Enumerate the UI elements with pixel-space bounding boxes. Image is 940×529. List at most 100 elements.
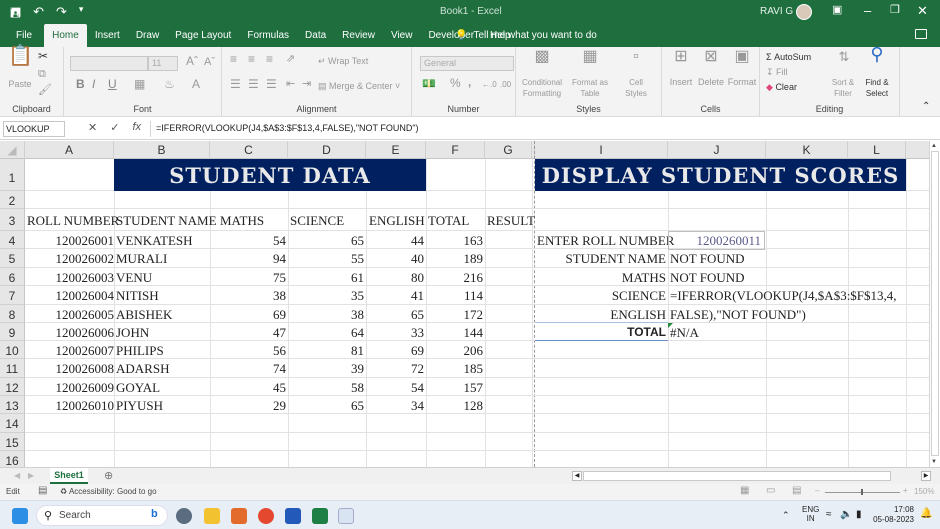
row-header[interactable]: 10 bbox=[0, 341, 25, 359]
row-header[interactable]: 12 bbox=[0, 378, 25, 396]
cell-english[interactable]: 44 bbox=[366, 233, 424, 249]
customize-quick-access-icon[interactable]: ▾ bbox=[79, 4, 84, 26]
cell-science[interactable]: 38 bbox=[288, 307, 364, 323]
zoom-level[interactable]: 150% bbox=[914, 487, 934, 496]
score-value[interactable]: FALSE),"NOT FOUND") bbox=[670, 307, 806, 323]
cell-name[interactable]: VENKATESH bbox=[116, 233, 210, 249]
cell-english[interactable]: 40 bbox=[366, 251, 424, 267]
cell-total[interactable]: 189 bbox=[426, 251, 484, 267]
row-header[interactable]: 4 bbox=[0, 231, 25, 249]
insert-cells-button[interactable]: Insert bbox=[666, 77, 696, 88]
table-header-cell[interactable]: ENGLISH bbox=[369, 213, 425, 229]
word-icon[interactable] bbox=[285, 508, 301, 524]
format-cells-button[interactable]: Format bbox=[726, 77, 758, 88]
delete-cells-button[interactable]: Delete bbox=[696, 77, 726, 88]
merge-center-button[interactable]: ▤ Merge & Center ˅ bbox=[318, 81, 412, 92]
cell-english[interactable]: 69 bbox=[366, 343, 424, 359]
restore-icon[interactable]: ❐ bbox=[890, 3, 900, 16]
sheet-tab-sheet1[interactable]: Sheet1 bbox=[50, 468, 88, 484]
display-scores-banner[interactable]: DISPLAY STUDENT SCORES bbox=[535, 159, 906, 191]
enter-icon[interactable]: ✓ bbox=[110, 121, 119, 134]
cell-name[interactable]: MURALI bbox=[116, 251, 210, 267]
cell-roll[interactable]: 120026010 bbox=[25, 398, 115, 414]
cell-roll[interactable]: 120026007 bbox=[25, 343, 115, 359]
tab-data[interactable]: Data bbox=[297, 24, 334, 47]
col-header-l[interactable]: L bbox=[848, 141, 906, 159]
table-header-cell[interactable]: MATHS bbox=[220, 213, 264, 229]
cell-name[interactable]: VENU bbox=[116, 270, 210, 286]
language-indicator[interactable]: ENG IN bbox=[802, 505, 819, 523]
underline-button[interactable]: U bbox=[108, 78, 117, 90]
cell-roll[interactable]: 120026004 bbox=[25, 288, 115, 304]
find-select-button[interactable]: Find & Select bbox=[860, 77, 894, 99]
avatar[interactable] bbox=[796, 4, 812, 20]
cell-science[interactable]: 64 bbox=[288, 325, 364, 341]
cell-english[interactable]: 33 bbox=[366, 325, 424, 341]
row-header[interactable]: 11 bbox=[0, 359, 25, 378]
new-sheet-icon[interactable]: ⊕ bbox=[104, 469, 113, 482]
col-header-g[interactable]: G bbox=[485, 141, 532, 159]
cell-name[interactable]: JOHN bbox=[116, 325, 210, 341]
cell-name[interactable]: GOYAL bbox=[116, 380, 210, 396]
normal-view-icon[interactable]: ▦ bbox=[740, 485, 749, 496]
conditional-formatting-button[interactable]: Conditional Formatting bbox=[520, 77, 564, 99]
col-header-m[interactable] bbox=[906, 141, 930, 159]
row-header[interactable]: 3 bbox=[0, 209, 25, 231]
align-left-icon[interactable]: ☰ bbox=[230, 78, 241, 90]
horizontal-scroll-thumb[interactable] bbox=[583, 471, 891, 481]
wifi-icon[interactable]: ≈ bbox=[826, 509, 832, 520]
cell-science[interactable]: 55 bbox=[288, 251, 364, 267]
cell-roll[interactable]: 120026008 bbox=[25, 361, 115, 377]
find-icon[interactable]: ⚲ bbox=[862, 45, 892, 63]
cell-name[interactable]: NITISH bbox=[116, 288, 210, 304]
col-header-b[interactable]: B bbox=[114, 141, 210, 159]
bottom-align-icon[interactable]: ≡ bbox=[266, 53, 273, 65]
row-header[interactable]: 14 bbox=[0, 414, 25, 433]
windows-start-icon[interactable] bbox=[12, 508, 28, 524]
table-header-cell[interactable]: STUDENT NAME bbox=[116, 213, 217, 229]
excel-icon[interactable] bbox=[312, 508, 328, 524]
cell-roll[interactable]: 120026002 bbox=[25, 251, 115, 267]
decrease-font-icon[interactable]: Aˇ bbox=[204, 57, 215, 68]
format-cells-icon[interactable]: ▣ bbox=[726, 49, 758, 65]
cell-maths[interactable]: 74 bbox=[210, 361, 286, 377]
taskbar-search[interactable]: ⚲ Search b bbox=[36, 505, 168, 526]
format-as-table-button[interactable]: Format as Table bbox=[568, 77, 612, 99]
prev-sheet-icon[interactable]: ◀ bbox=[14, 471, 20, 480]
table-header-cell[interactable]: SCIENCE bbox=[290, 213, 344, 229]
zoom-in-icon[interactable]: + bbox=[903, 486, 908, 495]
tab-draw[interactable]: Draw bbox=[128, 24, 167, 47]
borders-icon[interactable]: ▦ bbox=[134, 78, 145, 90]
fill-button[interactable]: ↧ Fill bbox=[766, 67, 816, 78]
col-header-i[interactable]: I bbox=[535, 141, 668, 159]
cell-maths[interactable]: 69 bbox=[210, 307, 286, 323]
row-header[interactable]: 2 bbox=[0, 191, 25, 209]
row-header[interactable]: 5 bbox=[0, 249, 25, 268]
sort-filter-button[interactable]: Sort & Filter bbox=[828, 77, 858, 99]
tab-review[interactable]: Review bbox=[334, 24, 383, 47]
row-header[interactable]: 7 bbox=[0, 286, 25, 305]
cell-styles-button[interactable]: Cell Styles bbox=[620, 77, 652, 99]
wrap-text-button[interactable]: ↵ Wrap Text bbox=[318, 56, 408, 67]
row-header[interactable]: 16 bbox=[0, 451, 25, 467]
cell-total[interactable]: 114 bbox=[426, 288, 483, 304]
middle-align-icon[interactable]: ≡ bbox=[248, 53, 255, 65]
battery-icon[interactable]: ▮ bbox=[856, 509, 862, 520]
col-header-a[interactable]: A bbox=[25, 141, 114, 159]
cell-maths[interactable]: 29 bbox=[210, 398, 286, 414]
student-data-banner[interactable]: STUDENT DATA bbox=[114, 159, 426, 191]
cell-science[interactable]: 65 bbox=[288, 233, 364, 249]
percent-button[interactable]: % bbox=[450, 77, 461, 89]
show-hidden-icons[interactable]: ⌃ bbox=[782, 510, 790, 521]
align-right-icon[interactable]: ☰ bbox=[266, 78, 277, 90]
redo-icon[interactable]: ↷ bbox=[56, 4, 67, 26]
cell-english[interactable]: 34 bbox=[366, 398, 424, 414]
table-header-cell[interactable]: RESULT bbox=[487, 213, 535, 229]
next-sheet-icon[interactable]: ▶ bbox=[28, 471, 34, 480]
autosum-button[interactable]: Σ AutoSum bbox=[766, 52, 826, 63]
cell-roll[interactable]: 120026009 bbox=[25, 380, 115, 396]
comments-icon[interactable] bbox=[915, 29, 927, 39]
macro-record-icon[interactable]: ▤ bbox=[38, 485, 47, 496]
formula-input[interactable]: =IFERROR(VLOOKUP(J4,$A$3:$F$13,4,FALSE),… bbox=[150, 121, 935, 137]
worksheet-grid[interactable]: ◢ A B C D E F G I J K L 1 2 3 4 5 6 7 8 9 10 11 12 1… bbox=[0, 141, 930, 467]
